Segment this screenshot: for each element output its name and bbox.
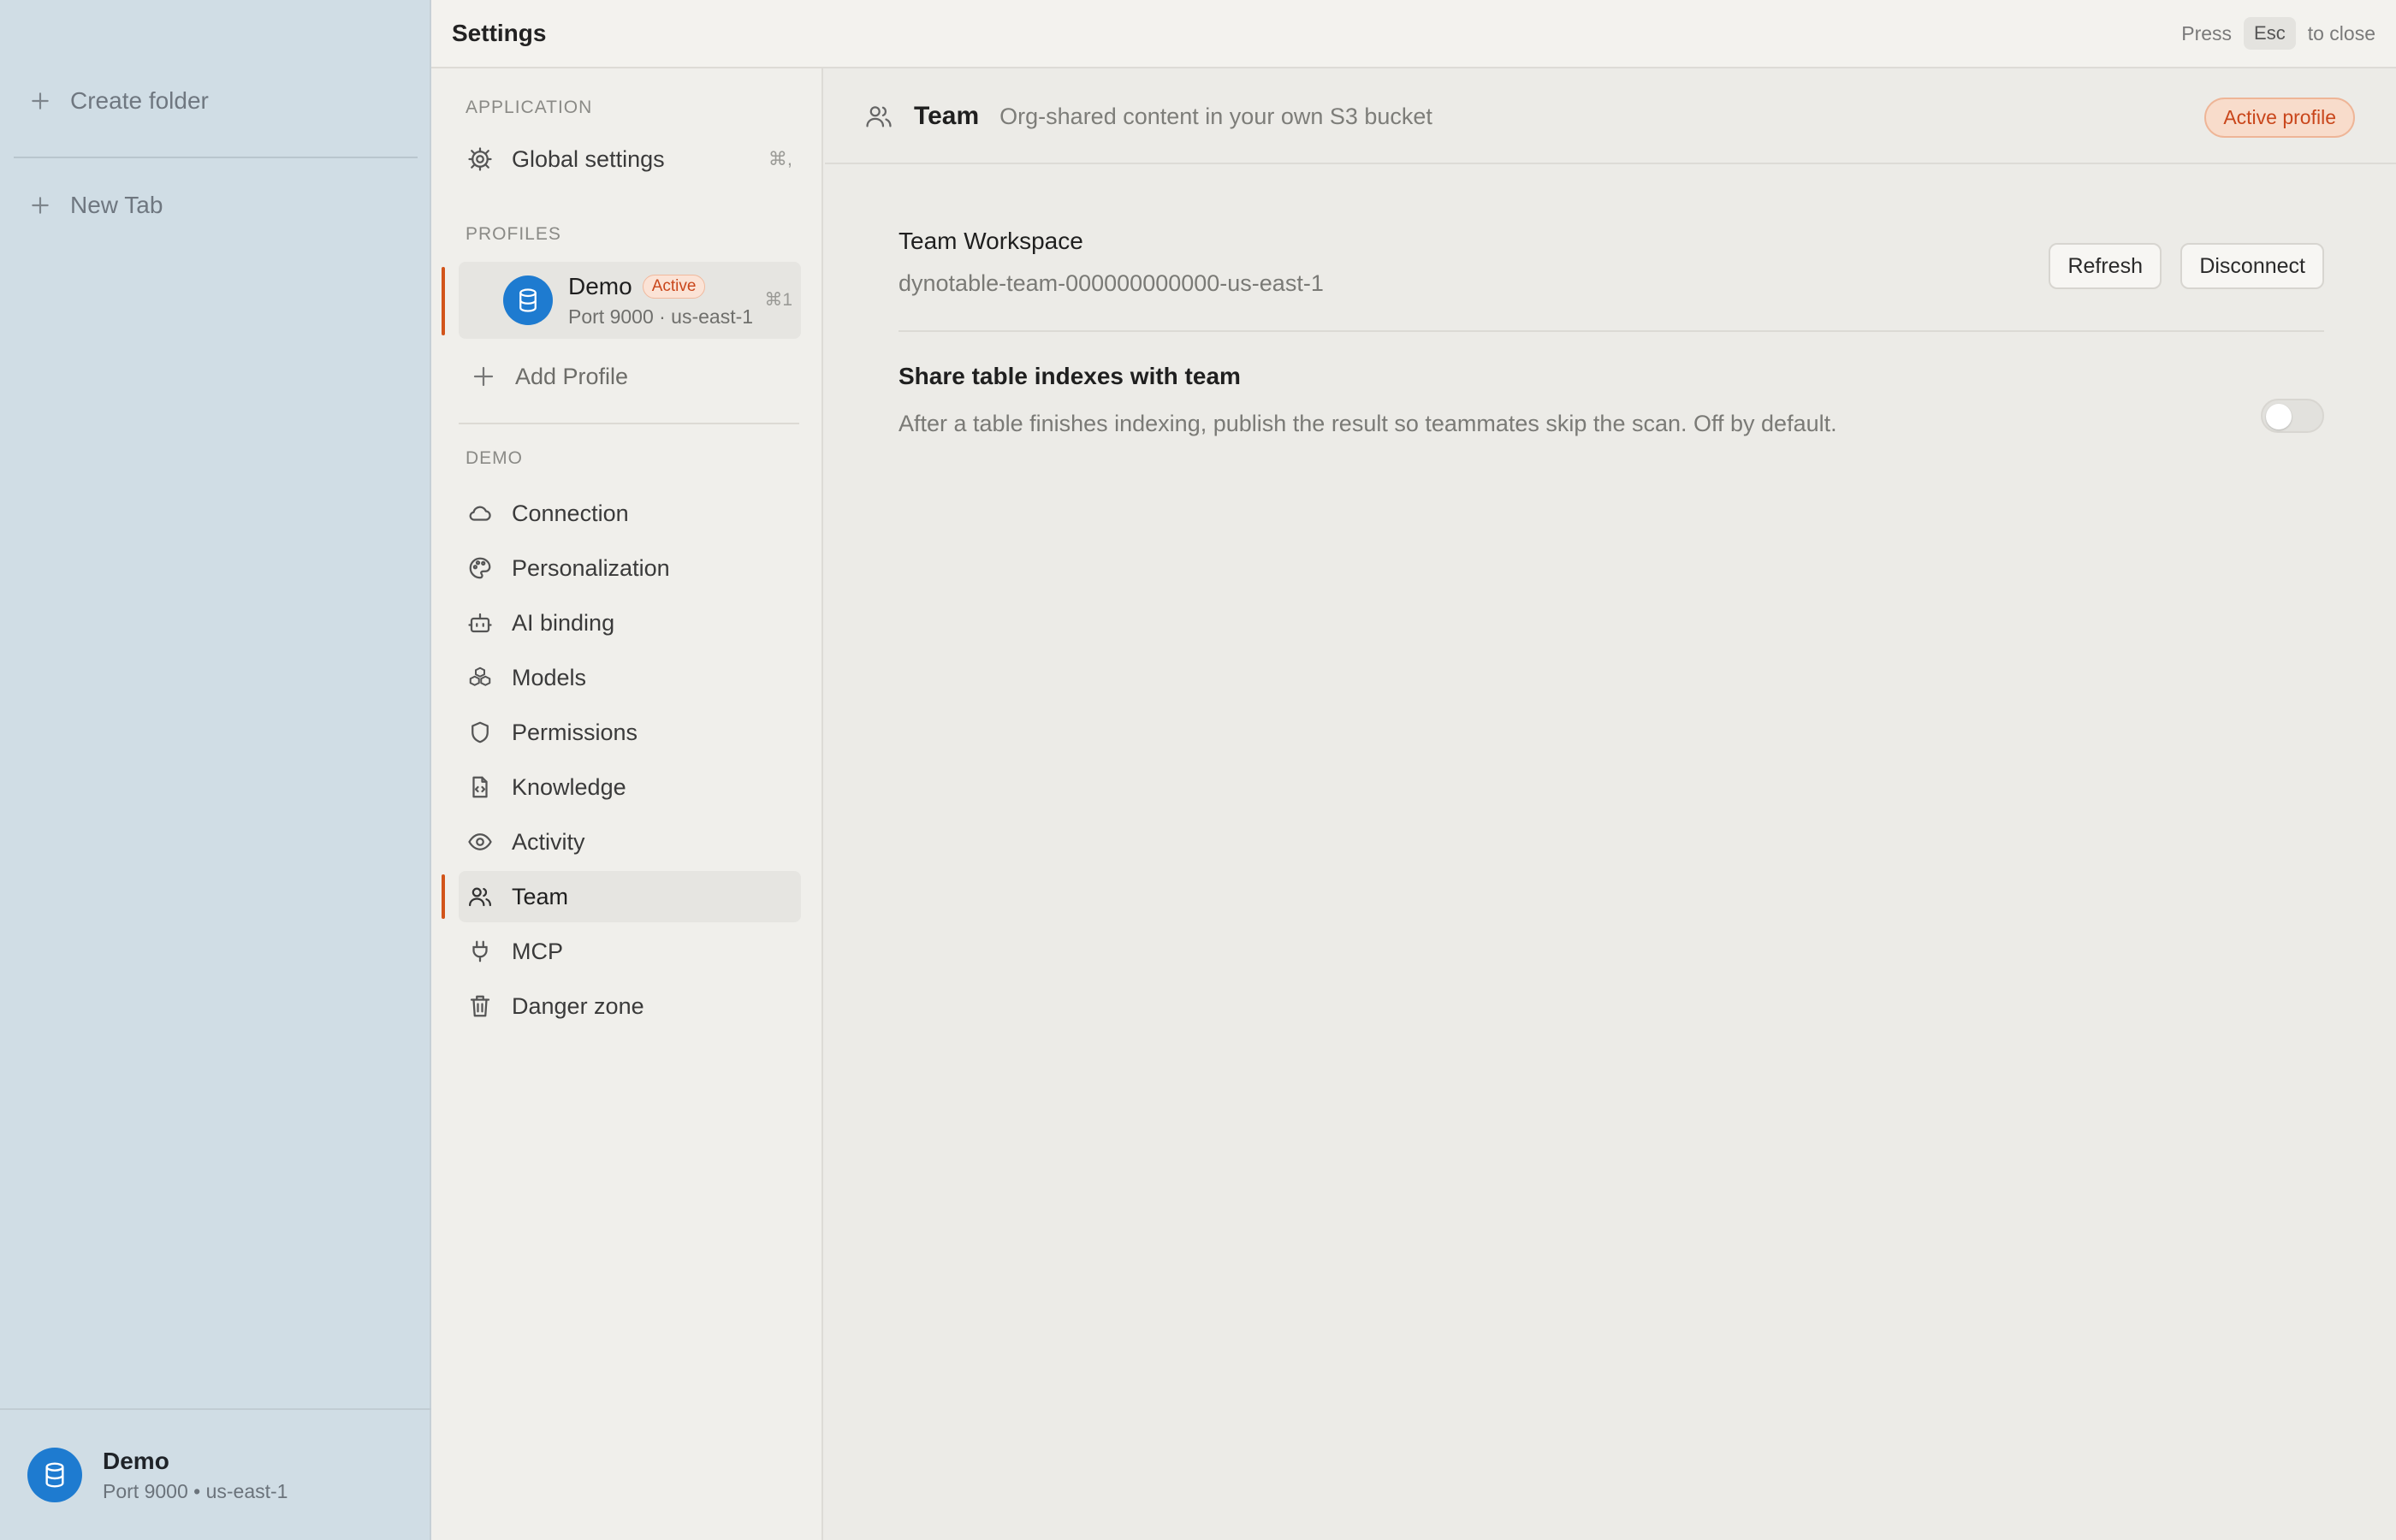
trash-icon [470, 995, 490, 1017]
nav-item-connection[interactable]: Connection [459, 488, 801, 539]
app-sidebar: Create folder New Tab Demo Port 9000 • u… [0, 0, 431, 1540]
footer-profile-sub: Port 9000 • us-east-1 [103, 1479, 288, 1502]
content-divider [898, 330, 2324, 332]
settings-nav: APPLICATION Global settings ⌘, PROFILES … [431, 68, 823, 1540]
profiles-section-title: PROFILES [466, 224, 561, 244]
disconnect-button[interactable]: Disconnect [2180, 243, 2324, 289]
esc-key: Esc [2244, 17, 2296, 50]
palette-icon [469, 557, 491, 579]
new-tab-button[interactable]: New Tab [29, 192, 163, 219]
profile-sub: Port 9000 · us-east-1 [568, 305, 754, 328]
nav-item-global-settings[interactable]: Global settings ⌘, [459, 133, 801, 185]
page-title: Settings [452, 20, 547, 46]
profile-name: Demo [568, 272, 632, 299]
nav-label-global-settings: Global settings [512, 145, 665, 172]
nav-label: Permissions [512, 719, 638, 745]
nav-label: MCP [512, 938, 563, 964]
content-header: Team Org-shared content in your own S3 b… [825, 70, 2396, 164]
nav-item-permissions[interactable]: Permissions [459, 707, 801, 758]
nav-label: Personalization [512, 554, 670, 581]
file-code-icon [472, 776, 488, 798]
active-profile-badge: Active profile [2204, 98, 2355, 138]
nav-active-indicator [442, 874, 445, 919]
shortcut-global-settings: ⌘, [768, 148, 792, 169]
plug-icon [472, 940, 488, 962]
share-title: Share table indexes with team [898, 363, 1241, 389]
esc-hint: Press Esc to close [2181, 17, 2375, 50]
share-indexes-toggle[interactable] [2261, 399, 2324, 433]
team-workspace-row: Team Workspace dynotable-team-0000000000… [898, 228, 2324, 297]
nav-item-ai-binding[interactable]: AI binding [459, 597, 801, 649]
bot-icon [468, 613, 492, 633]
create-folder-label: Create folder [70, 87, 209, 114]
plus-icon [32, 92, 49, 110]
shortcut-profile: ⌘1 [764, 290, 792, 310]
section-subtitle: Org-shared content in your own S3 bucket [999, 103, 1432, 129]
database-icon [519, 288, 537, 312]
settings-header: Settings Press Esc to close [431, 0, 2396, 68]
nav-item-knowledge[interactable]: Knowledge [459, 761, 801, 813]
plus-icon [473, 366, 494, 387]
nav-item-team[interactable]: Team [459, 871, 801, 922]
section-title: Team [914, 102, 980, 130]
footer-profile-name: Demo [103, 1447, 169, 1474]
nav-item-danger-zone[interactable]: Danger zone [459, 980, 801, 1032]
sidebar-divider [14, 157, 418, 158]
profile-item-demo[interactable]: Demo Active Port 9000 · us-east-1 ⌘1 [459, 262, 801, 339]
demo-section-title: DEMO [466, 448, 523, 468]
refresh-button[interactable]: Refresh [2049, 243, 2162, 289]
settings-panel: Settings Press Esc to close APPLICATION … [431, 0, 2396, 1540]
esc-hint-suffix: to close [2307, 21, 2375, 44]
avatar [27, 1448, 82, 1502]
database-icon [45, 1462, 64, 1488]
status-badge: Active [642, 274, 706, 299]
add-profile-label: Add Profile [515, 363, 629, 389]
nav-label: Danger zone [512, 992, 644, 1019]
nav-label: Activity [512, 828, 585, 855]
gear-icon [468, 147, 492, 171]
share-indexes-row: Share table indexes with team After a ta… [898, 363, 2324, 441]
nav-label: Models [512, 664, 587, 690]
nav-item-mcp[interactable]: MCP [459, 926, 801, 977]
toggle-knob [2266, 404, 2292, 429]
share-description: After a table finishes indexing, publish… [898, 411, 1837, 436]
nav-label: Connection [512, 500, 629, 526]
profile-active-indicator [442, 267, 445, 335]
new-tab-label: New Tab [70, 192, 163, 218]
avatar [503, 275, 553, 325]
create-folder-button[interactable]: Create folder [29, 87, 209, 115]
users-icon [866, 106, 892, 127]
cloud-icon [469, 506, 491, 521]
users-icon [469, 887, 491, 907]
boxes-icon [469, 666, 491, 686]
nav-item-activity[interactable]: Activity [459, 816, 801, 868]
nav-label: AI binding [512, 609, 615, 636]
application-section-title: APPLICATION [466, 98, 593, 117]
current-profile-footer[interactable]: Demo Port 9000 • us-east-1 [0, 1408, 431, 1540]
eye-icon [468, 833, 492, 850]
shield-icon [471, 721, 489, 743]
add-profile-button[interactable]: Add Profile [459, 351, 801, 402]
esc-hint-press: Press [2181, 21, 2233, 44]
nav-item-models[interactable]: Models [459, 652, 801, 703]
nav-label: Team [512, 883, 569, 909]
nav-divider [459, 423, 799, 424]
nav-label: Knowledge [512, 773, 626, 800]
plus-icon [32, 197, 49, 214]
nav-item-personalization[interactable]: Personalization [459, 542, 801, 594]
